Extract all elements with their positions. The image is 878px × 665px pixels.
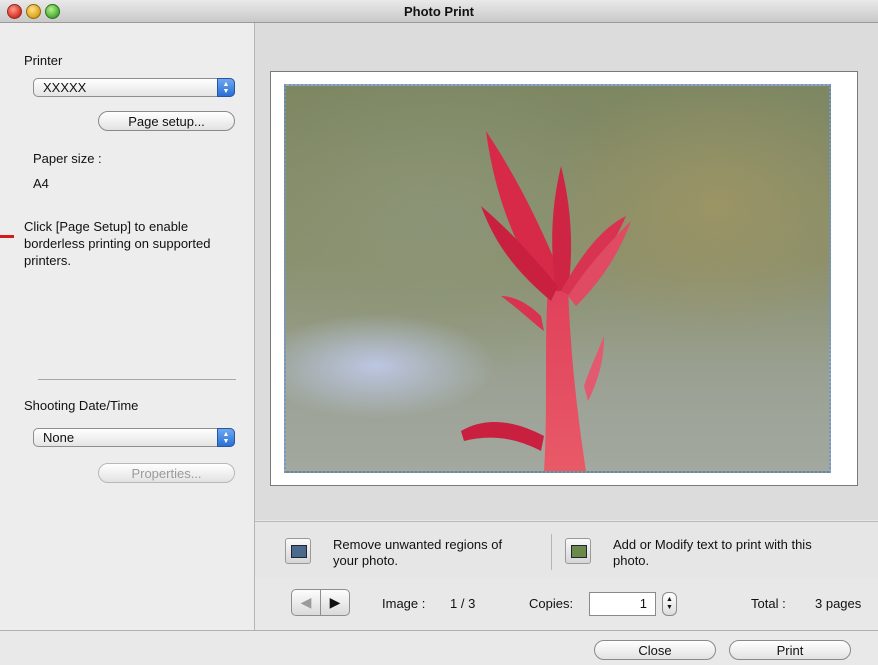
sidebar-divider [38, 379, 236, 380]
borderless-help-text: Click [Page Setup] to enable borderless … [24, 219, 211, 268]
photo-preview[interactable] [284, 84, 831, 473]
trim-tool-icon[interactable] [285, 538, 311, 564]
close-button[interactable]: Close [594, 640, 716, 660]
footer-bar: Close Print [0, 630, 878, 665]
flower-image [461, 131, 631, 471]
properties-button[interactable]: Properties... [98, 463, 235, 483]
tools-divider [551, 534, 552, 570]
printer-select[interactable]: XXXXX ▲ ▼ [33, 78, 235, 97]
page-setup-button[interactable]: Page setup... [98, 111, 235, 131]
right-arrow-icon: ▶ [329, 594, 341, 610]
text-tool-label: Add or Modify text to print with this ph… [613, 537, 812, 568]
print-button[interactable]: Print [729, 640, 851, 660]
shooting-date-select[interactable]: None ▲ ▼ [33, 428, 235, 447]
next-image-button[interactable]: ▶ [320, 589, 350, 616]
printer-label: Printer [24, 53, 63, 68]
total-pages: 3 pages [815, 596, 862, 611]
copies-input[interactable]: 1 [589, 592, 656, 616]
window-title: Photo Print [403, 4, 475, 19]
shooting-date-label: Shooting Date/Time [24, 398, 139, 413]
text-tool-icon[interactable] [565, 538, 591, 564]
copies-stepper[interactable]: ▲ ▼ [662, 592, 677, 616]
edit-tools-bar: Remove unwanted regions of your photo. A… [255, 521, 878, 578]
image-label: Image : [382, 596, 426, 611]
left-arrow-icon: ◀ [300, 594, 312, 610]
paper-size-label: Paper size : [33, 151, 102, 166]
paper-size-value: A4 [33, 176, 49, 191]
previous-image-button[interactable]: ◀ [291, 589, 321, 616]
printer-select-value: XXXXX [43, 80, 87, 95]
red-marker [0, 235, 14, 238]
image-counter: 1 / 3 [450, 596, 476, 611]
copies-label: Copies: [529, 596, 574, 611]
total-label: Total : [751, 596, 786, 611]
trim-tool-label: Remove unwanted regions of your photo. [333, 537, 503, 568]
preview-area [255, 23, 878, 520]
paper-preview [270, 71, 858, 486]
title-bar: Photo Print [0, 0, 878, 23]
popup-arrows-icon: ▲ ▼ [217, 78, 235, 97]
popup-arrows-icon: ▲ ▼ [217, 428, 235, 447]
shooting-date-value: None [43, 430, 75, 445]
settings-sidebar: Printer XXXXX ▲ ▼ Page setup... Paper siz… [0, 23, 255, 630]
navigation-bar: ◀ ▶ Image : 1 / 3 Copies: 1 ▲ ▼ Total : 3… [255, 577, 878, 630]
